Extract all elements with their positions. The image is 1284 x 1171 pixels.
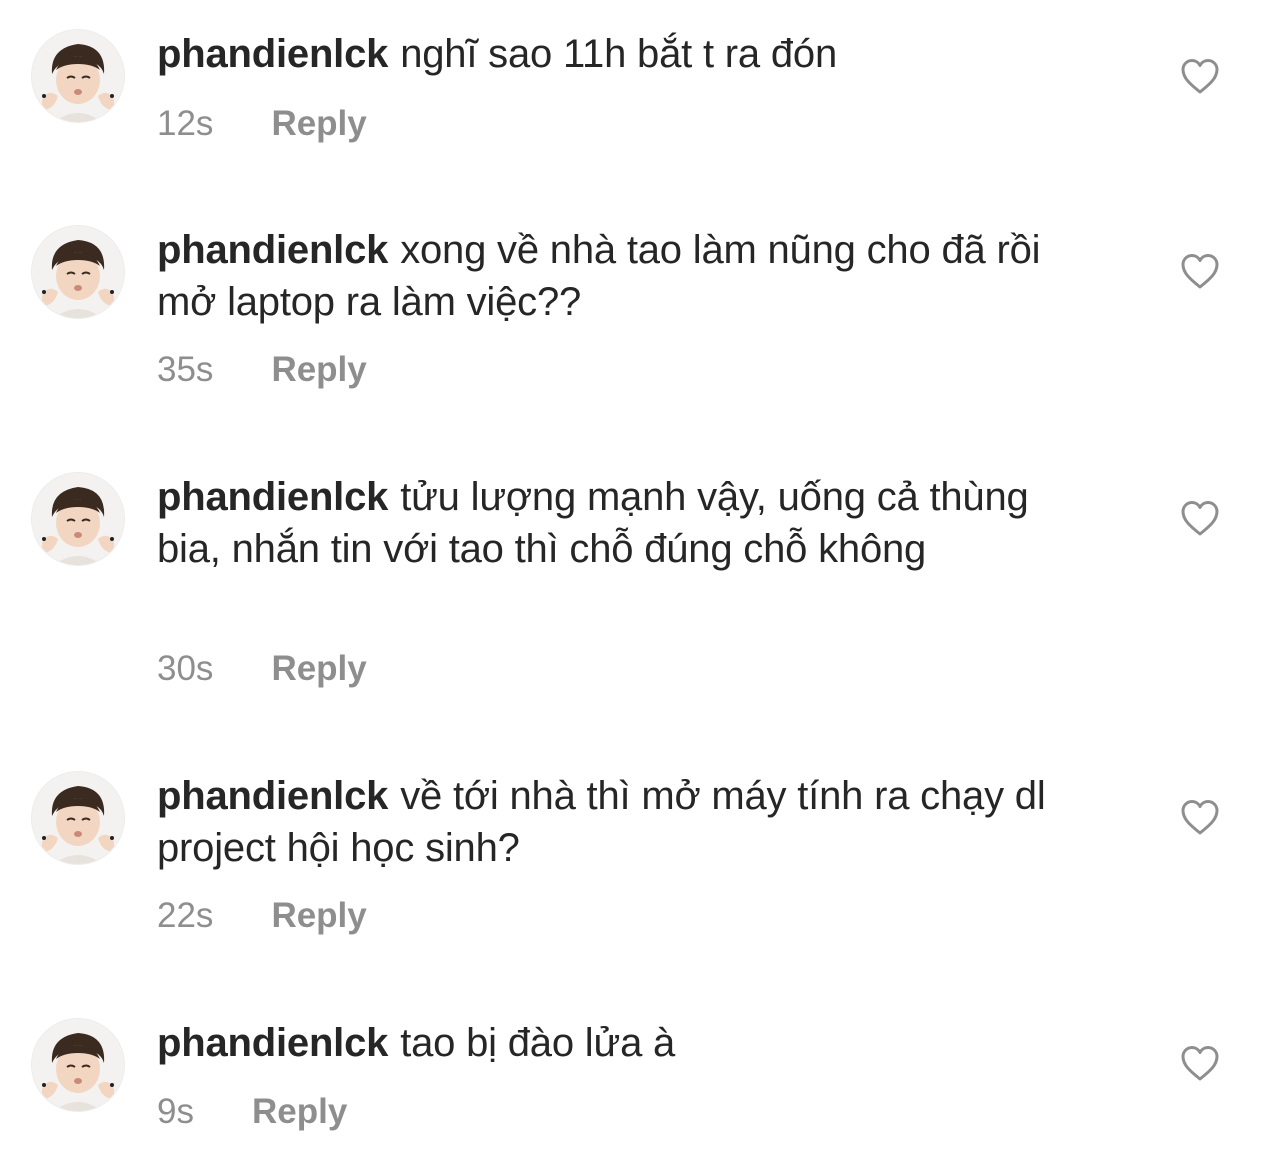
comment-text-block: phandienlck tửu lượng mạnh vậy, uống cả t… — [157, 471, 1037, 575]
heart-outline-icon[interactable] — [1180, 57, 1220, 95]
comment-text-block: phandienlck tao bị đào lửa à — [157, 1017, 1107, 1069]
user-avatar-icon[interactable] — [32, 30, 124, 122]
comment-text-block: phandienlck xong về nhà tao làm nũng cho … — [157, 224, 1107, 328]
comment-username[interactable]: phandienlck — [157, 475, 388, 519]
comment-username[interactable]: phandienlck — [157, 1021, 388, 1065]
reply-button[interactable]: Reply — [252, 1092, 347, 1132]
reply-button[interactable]: Reply — [271, 896, 366, 936]
user-avatar-icon[interactable] — [32, 226, 124, 318]
heart-outline-icon[interactable] — [1180, 798, 1220, 836]
reply-button[interactable]: Reply — [271, 350, 366, 390]
user-avatar-icon[interactable] — [32, 1019, 124, 1111]
user-avatar-icon[interactable] — [32, 473, 124, 565]
heart-outline-icon[interactable] — [1180, 499, 1220, 537]
comment-timestamp: 35s — [157, 350, 214, 389]
comment-body: nghĩ sao 11h bắt t ra đón — [400, 32, 838, 76]
comment-timestamp: 30s — [157, 649, 214, 688]
heart-outline-icon[interactable] — [1180, 1044, 1220, 1082]
comment-meta: 22s Reply — [157, 896, 367, 936]
comment-username[interactable]: phandienlck — [157, 228, 388, 272]
comment-meta: 9s Reply — [157, 1092, 347, 1132]
user-avatar-icon[interactable] — [32, 772, 124, 864]
comment-text-block: phandienlck về tới nhà thì mở máy tính ra… — [157, 770, 1107, 874]
comment-meta: 35s Reply — [157, 350, 367, 390]
reply-button[interactable]: Reply — [271, 104, 366, 144]
comment-username[interactable]: phandienlck — [157, 774, 388, 818]
comment-timestamp: 9s — [157, 1092, 194, 1131]
comment-meta: 30s Reply — [157, 649, 367, 689]
comment-body: tao bị đào lửa à — [400, 1021, 676, 1065]
comment-username[interactable]: phandienlck — [157, 32, 388, 76]
reply-button[interactable]: Reply — [271, 649, 366, 689]
heart-outline-icon[interactable] — [1180, 252, 1220, 290]
comment-timestamp: 22s — [157, 896, 214, 935]
comment-meta: 12s Reply — [157, 104, 367, 144]
comment-text-block: phandienlck nghĩ sao 11h bắt t ra đón — [157, 28, 1107, 80]
comment-timestamp: 12s — [157, 104, 214, 143]
